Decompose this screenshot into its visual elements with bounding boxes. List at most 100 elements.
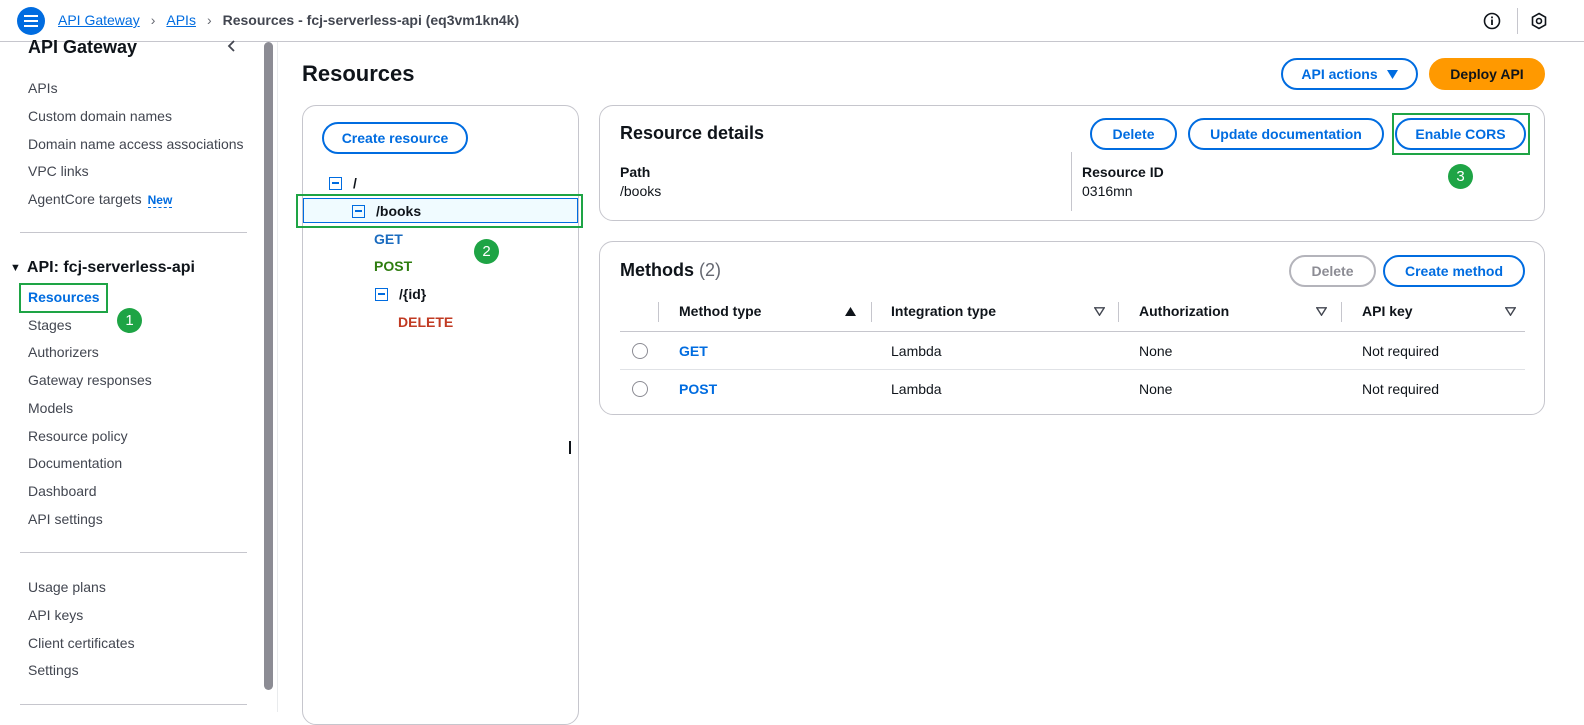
- new-badge: New: [147, 193, 173, 208]
- sidebar-divider: [20, 704, 247, 705]
- column-separator: [1118, 302, 1119, 322]
- menu-icon[interactable]: [17, 7, 45, 35]
- delete-resource-button[interactable]: Delete: [1090, 118, 1177, 150]
- sidebar-item-label: AgentCore targets: [28, 191, 142, 207]
- api-key-cell: Not required: [1362, 343, 1440, 359]
- chevron-right-icon: ›: [206, 12, 212, 28]
- tree-method-post[interactable]: POST: [374, 258, 412, 274]
- integration-type-cell: Lambda: [891, 381, 942, 397]
- sidebar-item-agentcore-targets[interactable]: AgentCore targets New: [28, 191, 173, 208]
- row-select-radio[interactable]: [632, 381, 648, 397]
- sidebar-api-label: API: fcj-serverless-api: [26, 259, 195, 276]
- sort-icon[interactable]: [1505, 307, 1516, 316]
- methods-title: Methods (2): [620, 260, 721, 281]
- highlight-box-enable-cors: [1392, 113, 1530, 155]
- collapse-icon[interactable]: [375, 287, 388, 301]
- authorization-cell: None: [1139, 343, 1173, 359]
- path-label: Path: [620, 164, 651, 180]
- annotation-badge-3: 3: [1448, 164, 1473, 189]
- tree-node-label: /: [353, 175, 357, 191]
- integration-type-cell: Lambda: [891, 343, 942, 359]
- highlight-box-books: [296, 194, 583, 228]
- sidebar-item-authorizers[interactable]: Authorizers: [28, 344, 99, 360]
- resource-id-label: Resource ID: [1082, 164, 1164, 180]
- column-header-api-key[interactable]: API key: [1362, 303, 1413, 319]
- collapse-sidebar-icon[interactable]: [225, 39, 239, 58]
- chevron-right-icon: ›: [150, 12, 156, 28]
- details-column-divider: [1071, 152, 1072, 211]
- sidebar-item-api-keys[interactable]: API keys: [28, 607, 83, 623]
- highlight-box-resources: [19, 283, 108, 313]
- tree-node-label: /{id}: [399, 286, 427, 302]
- sidebar-item-api-settings[interactable]: API settings: [28, 511, 103, 527]
- page-title: Resources: [302, 61, 415, 86]
- method-type-link[interactable]: GET: [679, 343, 708, 359]
- top-divider: [1517, 8, 1518, 34]
- column-separator: [1341, 302, 1342, 322]
- breadcrumb-current: Resources - fcj-serverless-api (eq3vm1kn…: [222, 12, 520, 28]
- sidebar-title: API Gateway: [28, 37, 138, 57]
- column-header-method-type[interactable]: Method type: [679, 303, 761, 319]
- deploy-api-button[interactable]: Deploy API: [1429, 58, 1545, 90]
- sidebar-item-resource-policy[interactable]: Resource policy: [28, 428, 128, 444]
- column-header-integration-type[interactable]: Integration type: [891, 303, 996, 319]
- table-header-divider: [620, 331, 1525, 332]
- info-icon[interactable]: [1482, 11, 1502, 31]
- sidebar-item-stages[interactable]: Stages: [28, 317, 72, 333]
- sidebar-divider: [20, 552, 247, 553]
- sidebar-api-section[interactable]: ▼ API: fcj-serverless-api: [10, 259, 195, 277]
- method-type-link[interactable]: POST: [679, 381, 717, 397]
- sidebar-item-vpc-links[interactable]: VPC links: [28, 163, 89, 179]
- sidebar-divider: [20, 232, 247, 233]
- breadcrumb-apis[interactable]: APIs: [166, 12, 196, 28]
- methods-count: (2): [699, 260, 722, 280]
- annotation-badge-2: 2: [474, 239, 499, 264]
- delete-method-button[interactable]: Delete: [1289, 255, 1376, 287]
- sidebar-item-dashboard[interactable]: Dashboard: [28, 483, 97, 499]
- annotation-badge-1: 1: [117, 308, 142, 333]
- content-divider: [277, 42, 278, 712]
- sidebar-item-models[interactable]: Models: [28, 400, 73, 416]
- resource-details-title: Resource details: [620, 123, 765, 143]
- resource-id-value: 0316mn: [1082, 183, 1133, 199]
- table-row-divider: [620, 369, 1525, 370]
- sidebar-item-usage-plans[interactable]: Usage plans: [28, 579, 106, 595]
- sidebar-item-client-certificates[interactable]: Client certificates: [28, 635, 135, 651]
- sidebar-scrollbar[interactable]: [264, 42, 273, 690]
- sidebar-item-gateway-responses[interactable]: Gateway responses: [28, 372, 152, 388]
- sort-icon[interactable]: [1094, 307, 1105, 316]
- collapse-icon[interactable]: [329, 176, 342, 190]
- sidebar-item-documentation[interactable]: Documentation: [28, 455, 122, 471]
- update-documentation-button[interactable]: Update documentation: [1188, 118, 1384, 150]
- methods-title-label: Methods: [620, 260, 694, 280]
- caret-down-icon: [1386, 69, 1398, 79]
- sidebar-item-domain-name-access-associations[interactable]: Domain name access associations: [28, 136, 244, 152]
- path-value: /books: [620, 183, 662, 199]
- sidebar-item-apis[interactable]: APIs: [28, 80, 58, 96]
- api-key-cell: Not required: [1362, 381, 1440, 397]
- tree-method-get[interactable]: GET: [374, 231, 403, 247]
- authorization-cell: None: [1139, 381, 1173, 397]
- column-separator: [871, 302, 872, 322]
- tree-node-id[interactable]: /{id}: [375, 286, 426, 302]
- column-header-authorization[interactable]: Authorization: [1139, 303, 1229, 319]
- sidebar-item-custom-domain-names[interactable]: Custom domain names: [28, 108, 172, 124]
- caret-down-icon: ▼: [10, 262, 21, 274]
- settings-hex-icon[interactable]: [1529, 11, 1549, 31]
- column-separator: [658, 302, 659, 322]
- sort-icon[interactable]: [1316, 307, 1327, 316]
- api-actions-label: API actions: [1301, 66, 1378, 82]
- sidebar-item-settings[interactable]: Settings: [28, 662, 79, 678]
- row-select-radio[interactable]: [632, 343, 648, 359]
- create-resource-button[interactable]: Create resource: [322, 122, 468, 154]
- top-navigation-bar: API Gateway › APIs › Resources - fcj-ser…: [0, 0, 1584, 42]
- text-cursor: [569, 441, 571, 454]
- breadcrumb-api-gateway[interactable]: API Gateway: [58, 12, 140, 28]
- tree-method-delete[interactable]: DELETE: [398, 314, 453, 330]
- breadcrumb: API Gateway › APIs › Resources - fcj-ser…: [58, 12, 519, 28]
- api-actions-button[interactable]: API actions: [1281, 58, 1418, 90]
- sort-ascending-icon[interactable]: [845, 307, 856, 316]
- create-method-button[interactable]: Create method: [1383, 255, 1525, 287]
- sidebar: API Gateway APIs Custom domain names Dom…: [0, 37, 262, 712]
- tree-node-root[interactable]: /: [329, 175, 357, 191]
